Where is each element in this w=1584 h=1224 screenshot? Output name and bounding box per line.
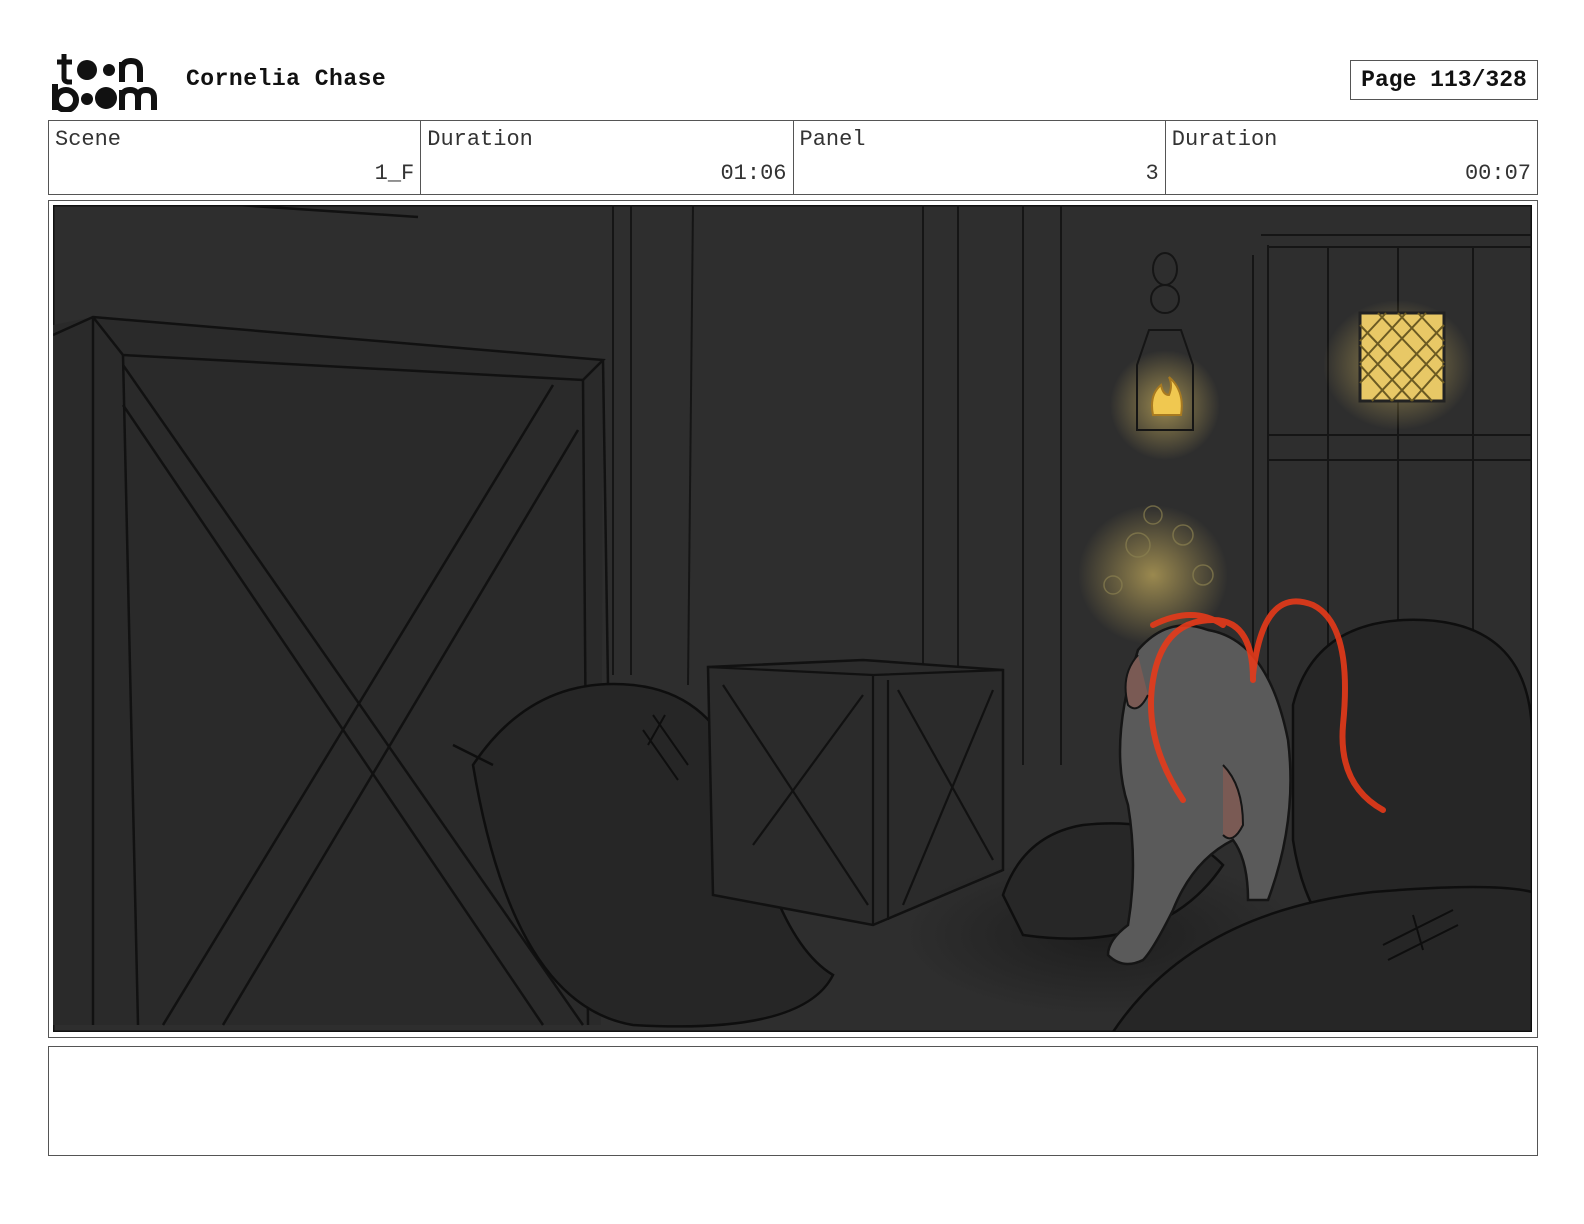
panel-duration-label: Duration (1171, 127, 1278, 152)
panel-cell: Panel 3 (794, 121, 1166, 194)
project-title: Cornelia Chase (186, 66, 387, 92)
toon-boom-logo (52, 52, 164, 113)
panel-label: Panel (799, 127, 866, 152)
scene-duration-label: Duration (427, 127, 533, 152)
panel-info-bar: Scene 1_F Duration 01:06 Panel 3 Duratio… (48, 120, 1538, 195)
scene-duration-cell: Duration 01:06 (421, 121, 794, 194)
scene-cell: Scene 1_F (49, 121, 422, 194)
panel-notes-box (48, 1046, 1538, 1156)
storyboard-panel (48, 200, 1538, 1038)
scene-duration-value: 01:06 (720, 161, 787, 186)
panel-duration-cell: Duration 00:07 (1166, 121, 1537, 194)
panel-value: 3 (1145, 161, 1159, 186)
scene-value: 1_F (374, 161, 415, 186)
scene-label: Scene (55, 127, 122, 152)
panel-drawing (53, 205, 1532, 1032)
page-number: Page 113/328 (1350, 60, 1538, 100)
panel-duration-value: 00:07 (1464, 161, 1531, 186)
